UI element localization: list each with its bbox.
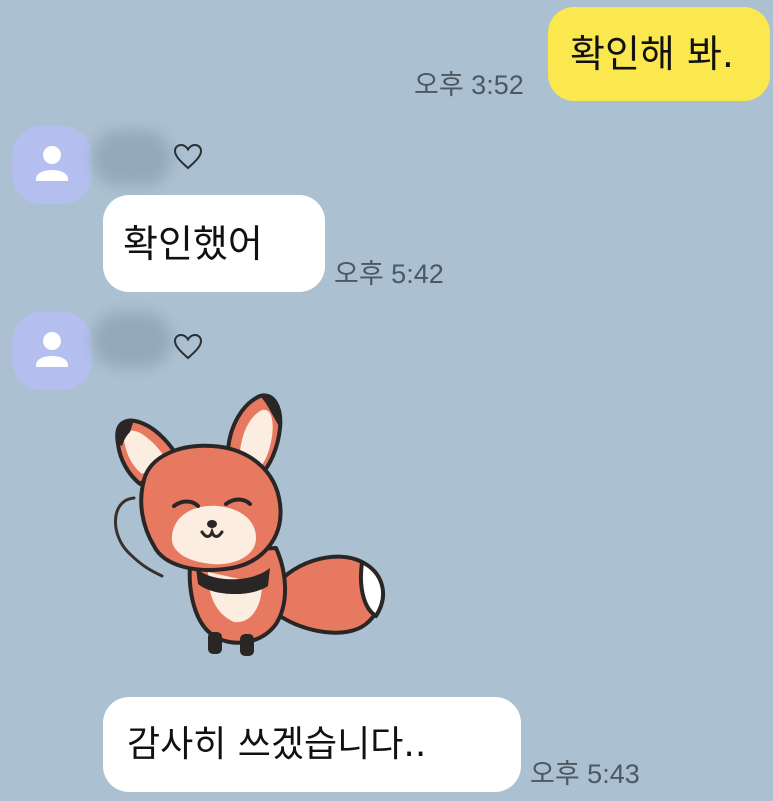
message-text: 확인했어: [123, 221, 263, 266]
sender-name-redacted: [92, 130, 172, 186]
person-icon: [36, 332, 68, 367]
person-icon: [36, 146, 68, 181]
incoming-message-bubble[interactable]: 확인했어: [103, 195, 325, 292]
fox-sticker[interactable]: [100, 386, 410, 666]
message-time: 오후 5:43: [530, 759, 640, 789]
outgoing-message-bubble[interactable]: 확인해 봐.: [548, 7, 770, 101]
avatar[interactable]: [12, 126, 92, 204]
heart-outline-icon: [173, 143, 203, 170]
sender-name-redacted: [92, 312, 172, 368]
message-text: 확인해 봐.: [570, 32, 734, 76]
message-text: 감사히 쓰겠습니다..: [127, 723, 427, 765]
fox-head: [115, 393, 283, 572]
heart-outline-icon: [173, 333, 203, 360]
avatar[interactable]: [12, 312, 92, 390]
incoming-message-bubble[interactable]: 감사히 쓰겠습니다..: [103, 697, 521, 792]
fox-tail: [268, 554, 386, 635]
message-time: 오후 3:52: [414, 70, 524, 100]
message-time: 오후 5:42: [334, 259, 444, 289]
